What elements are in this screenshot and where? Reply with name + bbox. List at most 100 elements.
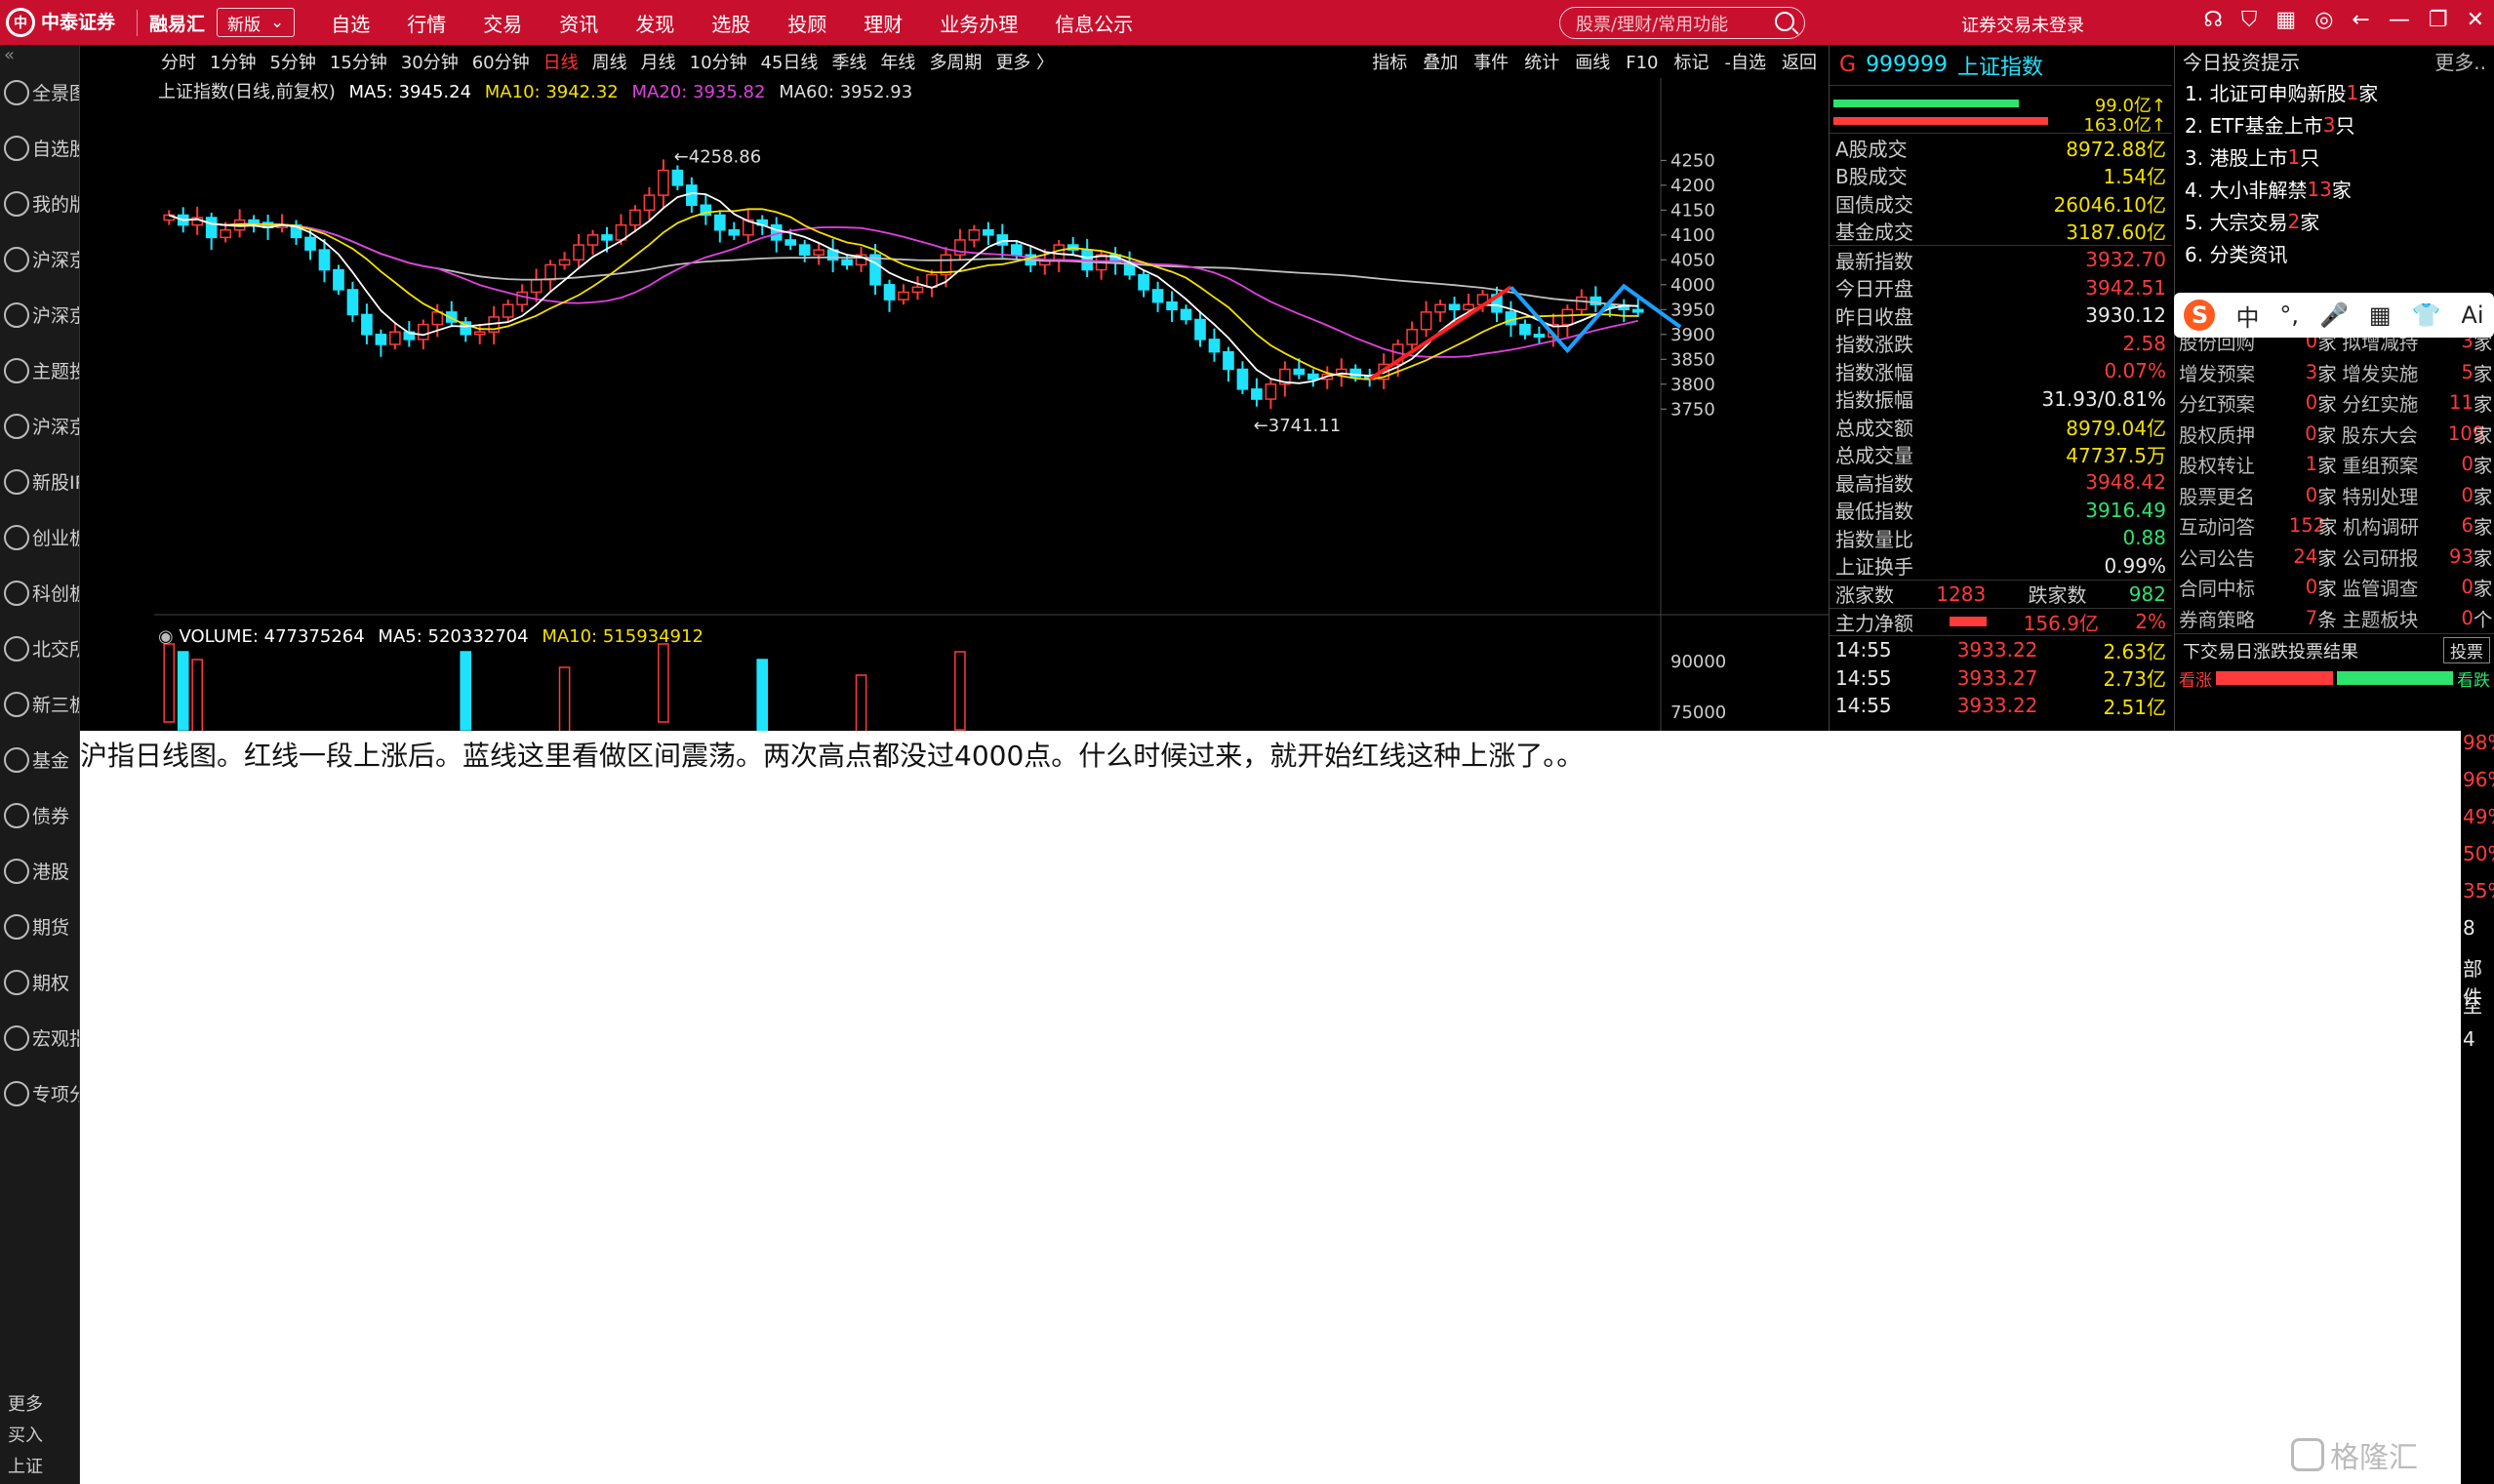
- restore-icon[interactable]: ❐: [2429, 8, 2448, 32]
- tip-item[interactable]: 2. ETF基金上市 3 只: [2175, 108, 2494, 140]
- search-icon[interactable]: [1775, 12, 1794, 31]
- vote-button[interactable]: 投票: [2443, 637, 2490, 663]
- sidebar-item-18[interactable]: 专项分析: [0, 1065, 79, 1121]
- nav-item-7[interactable]: 理财: [845, 9, 921, 37]
- period-tab-4[interactable]: 30分钟: [394, 53, 465, 73]
- nav-item-2[interactable]: 交易: [464, 9, 541, 37]
- chart-tool-6[interactable]: 标记: [1667, 53, 1717, 73]
- ime-punct-icon[interactable]: °,: [2279, 301, 2299, 329]
- sidebar-buy[interactable]: 买入: [0, 1422, 80, 1453]
- collapse-icon[interactable]: «: [0, 45, 79, 65]
- nav-item-9[interactable]: 信息公示: [1036, 9, 1151, 37]
- search-input[interactable]: 股票/理财/常用功能: [1559, 7, 1805, 39]
- sidebar-item-2[interactable]: 我的版面: [0, 176, 79, 231]
- nav-item-1[interactable]: 行情: [388, 9, 464, 37]
- event-stat-row[interactable]: 分红预案 0 家分红实施 11 家: [2175, 387, 2494, 419]
- event-stat-row[interactable]: 股票更名 0 家特别处理 0 家: [2175, 480, 2494, 511]
- sidebar-item-9[interactable]: 科创板: [0, 565, 79, 621]
- sidebar-item-5[interactable]: 主题投资: [0, 342, 79, 398]
- event-stat-row[interactable]: 互动问答 152 家机构调研 6 家: [2175, 510, 2494, 541]
- sidebar-item-8[interactable]: 创业板: [0, 509, 79, 565]
- minimize-icon[interactable]: —: [2389, 8, 2410, 32]
- event-stat-row[interactable]: 券商策略 7 条主题板块 0 个: [2175, 603, 2494, 634]
- period-tab-8[interactable]: 月线: [634, 53, 683, 73]
- tip-item[interactable]: 3. 港股上市 1 只: [2175, 140, 2494, 173]
- event-stat-row[interactable]: 股权质押 0 家股东大会 109 家: [2175, 419, 2494, 450]
- skin-icon[interactable]: 👕: [2412, 301, 2441, 329]
- candle-body: [1293, 368, 1306, 376]
- rise-count: 1283: [1936, 582, 1987, 606]
- target-icon[interactable]: ◎: [2314, 8, 2333, 32]
- period-tab-3[interactable]: 15分钟: [323, 53, 394, 73]
- nav-item-8[interactable]: 业务办理: [921, 9, 1036, 37]
- tip-item[interactable]: 4. 大小非解禁 13 家: [2175, 173, 2494, 205]
- sidebar-item-11[interactable]: 新三板: [0, 676, 79, 732]
- stat-label: 总成交额: [1835, 416, 1913, 440]
- period-tab-1[interactable]: 1分钟: [203, 53, 262, 73]
- chart-tool-0[interactable]: 指标: [1364, 53, 1415, 73]
- sidebar-more[interactable]: 更多: [0, 1390, 80, 1422]
- sidebar-item-10[interactable]: 北交所: [0, 621, 79, 676]
- nav-item-6[interactable]: 投顾: [769, 9, 845, 37]
- tips-more-link[interactable]: 更多..: [2434, 47, 2486, 75]
- event-stat-row[interactable]: 合同中标 0 家监管调查 0 家: [2175, 572, 2494, 603]
- sidebar-item-16[interactable]: 期权: [0, 954, 79, 1010]
- chart-tool-2[interactable]: 事件: [1466, 53, 1516, 73]
- sidebar-sh[interactable]: 上证: [0, 1453, 80, 1484]
- chart-tool-7[interactable]: -自选: [1717, 53, 1775, 73]
- chart-tool-4[interactable]: 画线: [1567, 53, 1618, 73]
- period-tab-9[interactable]: 10分钟: [683, 53, 754, 73]
- period-tab-14[interactable]: 更多 〉: [988, 53, 1061, 73]
- close-icon[interactable]: ✕: [2467, 8, 2484, 32]
- nav-item-4[interactable]: 发现: [617, 9, 693, 37]
- event-stat-row[interactable]: 公司公告 24 家公司研报 93 家: [2175, 541, 2494, 573]
- sidebar-item-label: 宏观指标: [32, 1028, 79, 1050]
- event-stat-row[interactable]: 股权转让 1 家重组预案 0 家: [2175, 449, 2494, 480]
- tip-item[interactable]: 5. 大宗交易 2 家: [2175, 205, 2494, 237]
- period-tab-0[interactable]: 分时: [154, 53, 203, 73]
- tip-item[interactable]: 1. 北证可申购新股 1 家: [2175, 76, 2494, 108]
- event-stat-row[interactable]: 增发预案 3 家增发实施 5 家: [2175, 357, 2494, 388]
- chart-tool-8[interactable]: 返回: [1774, 53, 1825, 73]
- microphone-icon[interactable]: 🎤: [2319, 301, 2349, 329]
- tip-item[interactable]: 6. 分类资讯: [2175, 237, 2494, 269]
- sidebar-item-14[interactable]: 港股: [0, 843, 79, 899]
- nav-item-5[interactable]: 选股: [693, 9, 769, 37]
- period-tab-7[interactable]: 周线: [585, 53, 634, 73]
- sidebar-item-7[interactable]: 新股IPO: [0, 454, 79, 509]
- login-status[interactable]: 证券交易未登录: [1961, 12, 2084, 37]
- sidebar-item-15[interactable]: 期货: [0, 899, 79, 954]
- headset-icon[interactable]: ☊: [2203, 8, 2223, 32]
- ime-chinese[interactable]: 中: [2235, 299, 2259, 333]
- version-select[interactable]: 新版 ⌄: [217, 8, 296, 37]
- period-tab-13[interactable]: 多周期: [922, 53, 988, 73]
- candle-body: [1223, 350, 1234, 371]
- chart-tool-3[interactable]: 统计: [1516, 53, 1567, 73]
- sogou-icon[interactable]: S: [2184, 300, 2216, 331]
- period-tab-10[interactable]: 45日线: [754, 53, 825, 73]
- nav-item-0[interactable]: 自选: [312, 9, 388, 37]
- sidebar-item-17[interactable]: 宏观指标: [0, 1010, 79, 1065]
- sidebar-item-3[interactable]: 沪深京指数: [0, 231, 79, 287]
- period-tab-6[interactable]: 日线: [537, 53, 585, 73]
- volume-toggle-icon[interactable]: ◉: [158, 626, 174, 647]
- chart-tool-5[interactable]: F10: [1618, 53, 1666, 73]
- back-icon[interactable]: ←: [2352, 8, 2369, 32]
- period-tab-5[interactable]: 60分钟: [465, 53, 537, 73]
- sidebar-item-1[interactable]: 自选股: [0, 120, 79, 176]
- period-tab-2[interactable]: 5分钟: [262, 53, 322, 73]
- sidebar-item-12[interactable]: 基金: [0, 732, 79, 787]
- chart-tool-1[interactable]: 叠加: [1415, 53, 1466, 73]
- period-tab-11[interactable]: 季线: [825, 53, 873, 73]
- keyboard-icon[interactable]: ▦: [2369, 301, 2392, 329]
- shirt-icon[interactable]: ⛉: [2241, 8, 2258, 32]
- ai-icon[interactable]: Ai: [2461, 301, 2483, 329]
- sidebar-item-13[interactable]: 债券: [0, 787, 79, 843]
- period-tab-12[interactable]: 年线: [873, 53, 922, 73]
- nav-item-3[interactable]: 资讯: [541, 9, 617, 37]
- grid-icon[interactable]: ▦: [2275, 8, 2296, 32]
- sidebar-item-6[interactable]: 沪深京个股: [0, 398, 79, 454]
- ime-toolbar[interactable]: S 中 °, 🎤 ▦ 👕 Ai: [2174, 293, 2494, 338]
- sidebar-item-4[interactable]: 沪深京板块: [0, 287, 79, 342]
- sidebar-item-0[interactable]: 全景图: [0, 64, 79, 120]
